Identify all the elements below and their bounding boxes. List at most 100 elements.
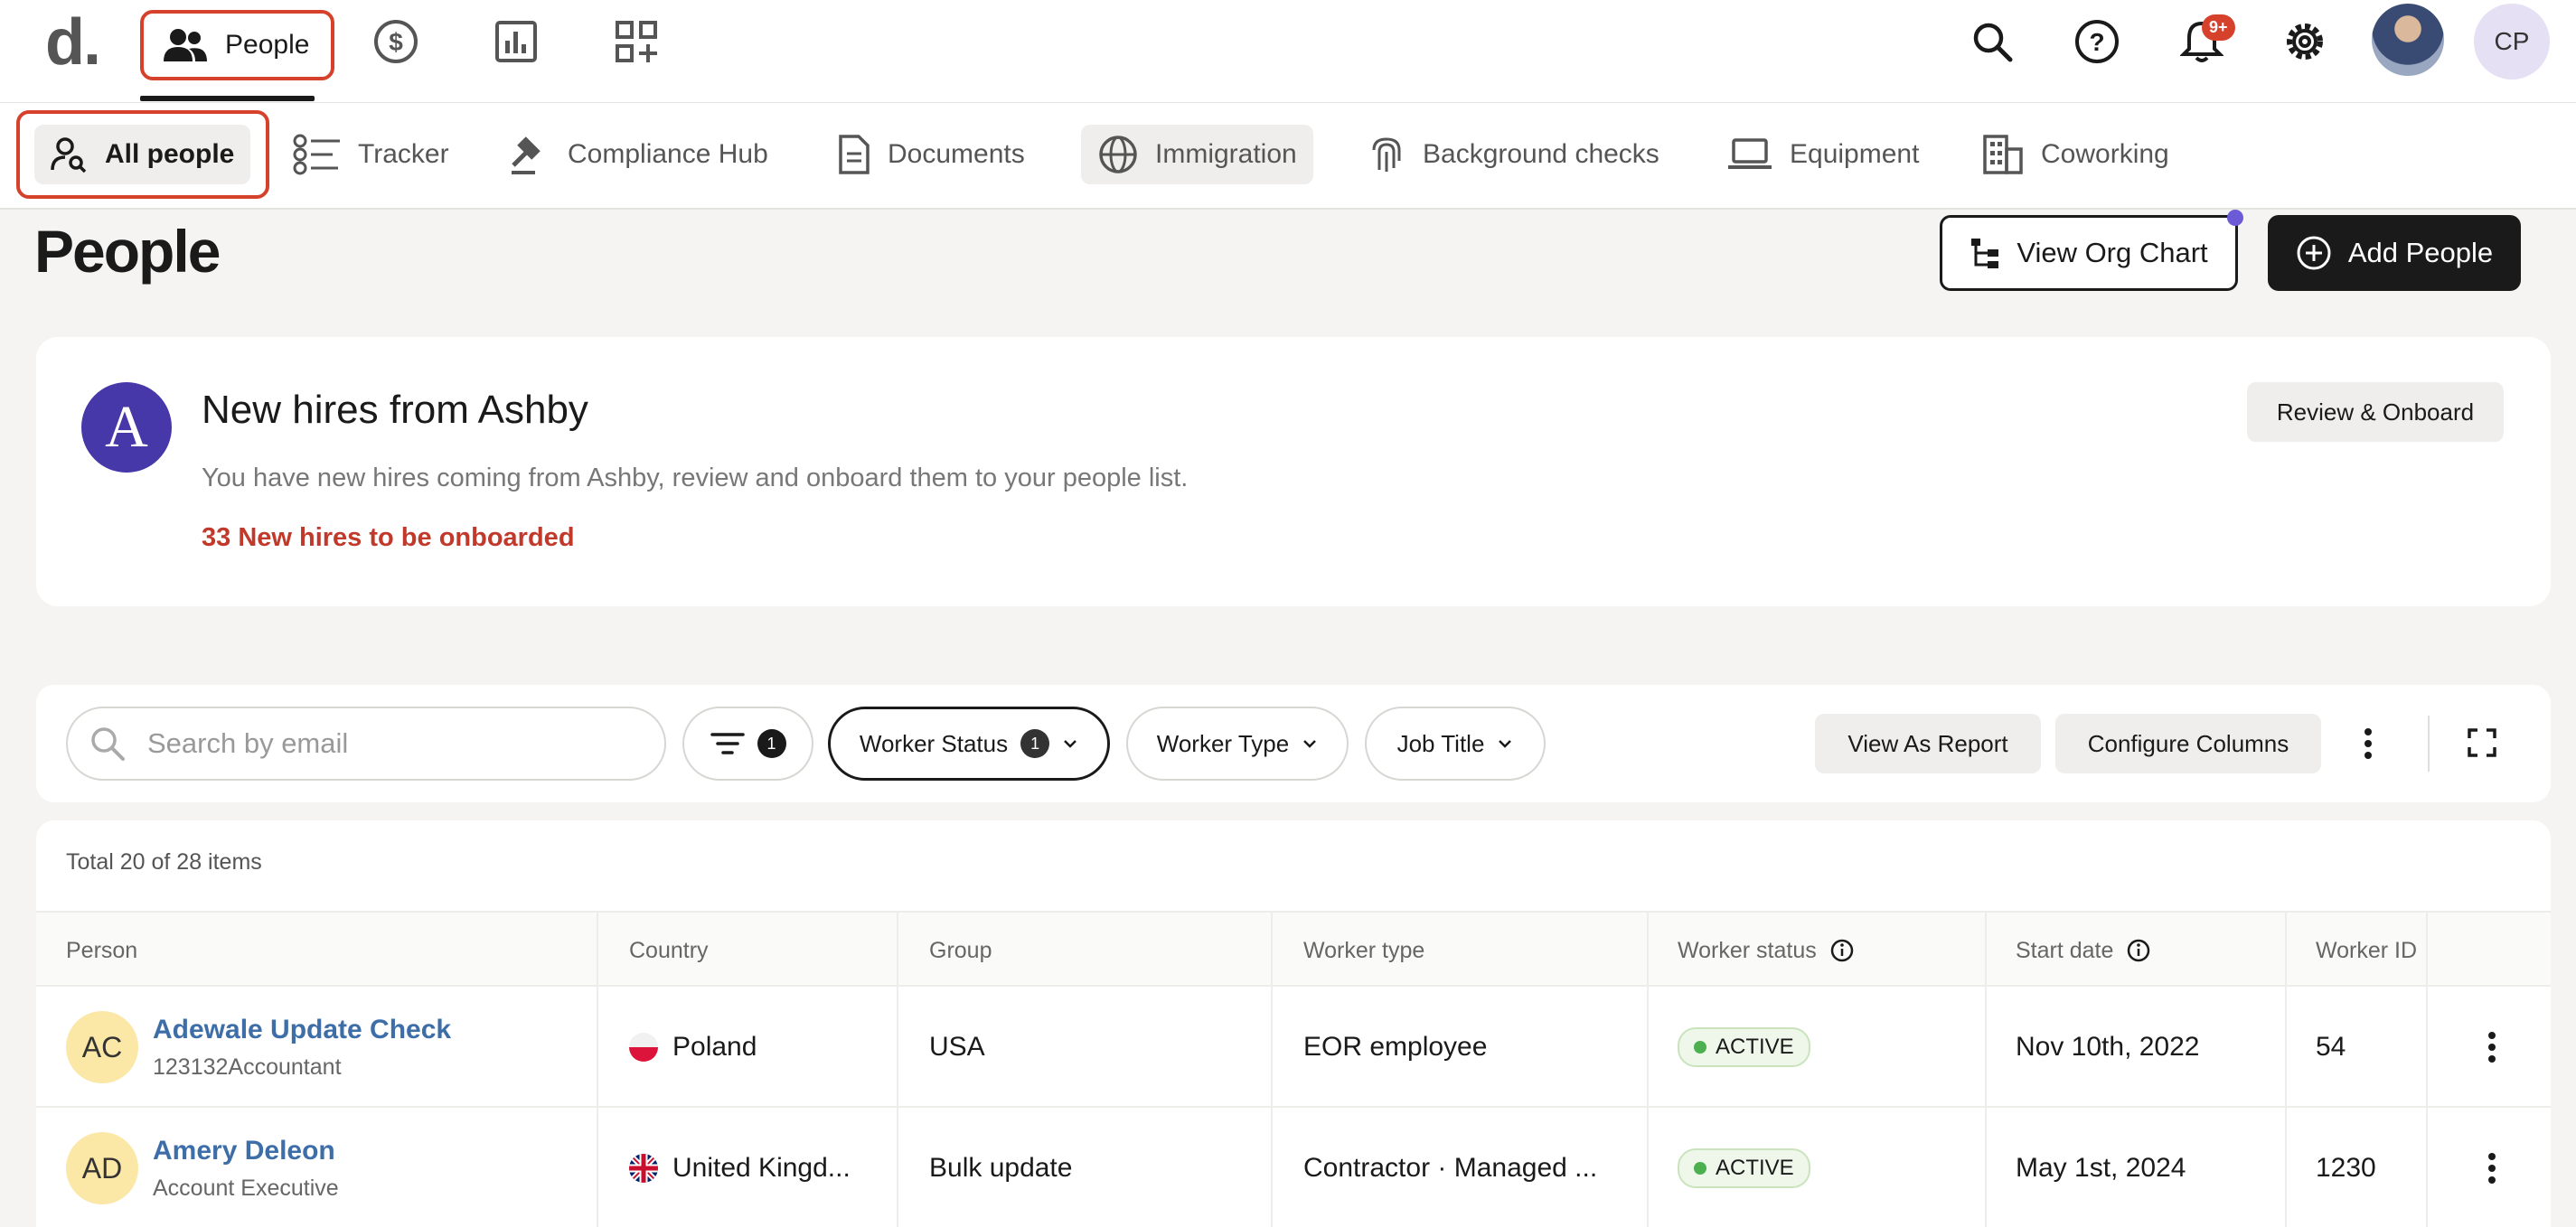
subnav-item-compliance-hub[interactable]: Compliance Hub — [492, 125, 785, 184]
worker-type-cell: EOR employee — [1303, 1032, 1488, 1062]
info-icon[interactable] — [1829, 938, 1855, 963]
chevron-down-icon — [1499, 740, 1512, 748]
filter-button[interactable]: 1 — [682, 707, 813, 781]
uk-flag-icon — [629, 1154, 658, 1183]
subnav-label: Compliance Hub — [568, 139, 768, 169]
user-initials-avatar[interactable]: CP — [2474, 4, 2550, 80]
country-name: Poland — [672, 1032, 757, 1062]
person-job-title: Account Executive — [153, 1175, 339, 1201]
search-button[interactable] — [1965, 14, 2019, 69]
search-input[interactable]: Search by email — [66, 707, 666, 781]
gavel-icon — [512, 136, 541, 174]
worker-id-cell: 54 — [2316, 1032, 2346, 1062]
tab-people[interactable]: People — [140, 10, 334, 80]
status-dot — [1694, 1041, 1706, 1054]
view-org-chart-button[interactable]: View Org Chart — [1940, 215, 2238, 291]
apps-add-icon — [616, 21, 657, 62]
tab-payments[interactable]: $ — [371, 16, 421, 67]
sub-navigation-bar: All people Tracker Compliance Hub Docume… — [0, 103, 2576, 210]
column-header-worker-status[interactable]: Worker status — [1678, 913, 1855, 988]
ashby-new-hires-card: A New hires from Ashby You have new hire… — [36, 337, 2551, 606]
table-row[interactable]: AD Amery Deleon Account Executive United… — [36, 1108, 2551, 1227]
kebab-menu-icon — [2488, 1032, 2496, 1063]
column-header-worker-type[interactable]: Worker type — [1303, 913, 1424, 988]
app-logo[interactable]: d. — [45, 5, 101, 80]
fingerprint-icon — [1372, 137, 1401, 172]
people-table: Total 20 of 28 items Person Country Grou… — [36, 820, 2551, 1227]
worker-status-count-badge: 1 — [1020, 729, 1050, 758]
add-people-button[interactable]: Add People — [2268, 215, 2521, 291]
tab-people-label: People — [225, 30, 310, 60]
subnav-item-tracker[interactable]: Tracker — [277, 125, 465, 184]
poland-flag-icon — [629, 1033, 658, 1062]
expand-icon — [2468, 728, 2496, 757]
info-icon[interactable] — [2126, 938, 2151, 963]
org-chart-icon — [1971, 239, 1999, 268]
country-name: United Kingd... — [672, 1153, 851, 1183]
svg-text:?: ? — [2089, 28, 2104, 56]
gear-icon — [2287, 23, 2323, 60]
column-header-person[interactable]: Person — [66, 913, 137, 988]
worker-type-cell: Contractor · Managed ... — [1303, 1153, 1598, 1183]
subnav-item-background-checks[interactable]: Background checks — [1350, 125, 1676, 184]
toolbar-divider — [2428, 716, 2430, 772]
top-navigation-bar: d. People $ ? 9+ CP — [0, 0, 2576, 103]
subnav-label: Documents — [888, 139, 1025, 169]
settings-button[interactable] — [2278, 14, 2332, 69]
review-onboard-button[interactable]: Review & Onboard — [2247, 382, 2504, 442]
person-job-title: 123132Accountant — [153, 1054, 342, 1080]
person-name-link[interactable]: Adewale Update Check — [153, 1015, 451, 1045]
checklist-icon — [293, 134, 340, 175]
chevron-down-icon — [1303, 740, 1317, 748]
country-cell: United Kingd... — [629, 1108, 851, 1227]
worker-status-filter-label: Worker Status — [859, 729, 1009, 757]
user-avatar-photo[interactable] — [2372, 4, 2444, 76]
column-header-group[interactable]: Group — [929, 913, 992, 988]
subnav-item-coworking[interactable]: Coworking — [1965, 125, 2186, 184]
filter-bar: Search by email 1 Worker Status 1 Worker… — [36, 685, 2551, 802]
worker-status-filter[interactable]: Worker Status 1 — [828, 707, 1110, 781]
filter-count-badge: 1 — [757, 729, 786, 758]
subnav-label: Background checks — [1423, 139, 1659, 169]
help-button[interactable]: ? — [2070, 14, 2124, 69]
notifications-badge: 9+ — [2202, 14, 2235, 41]
column-header-start-date[interactable]: Start date — [2016, 913, 2151, 988]
plus-circle-icon — [2297, 236, 2331, 270]
table-header: Person Country Group Worker type Worker … — [36, 911, 2551, 987]
subnav-item-immigration[interactable]: Immigration — [1081, 125, 1313, 184]
laptop-icon — [1728, 138, 1772, 169]
worker-status-cell: ACTIVE — [1678, 1108, 1810, 1227]
row-actions-button[interactable] — [2487, 987, 2496, 1108]
column-header-worker-id[interactable]: Worker ID — [2316, 913, 2417, 988]
worker-type-filter-label: Worker Type — [1156, 729, 1290, 757]
view-org-chart-label: View Org Chart — [2017, 237, 2208, 268]
job-title-filter[interactable]: Job Title — [1365, 707, 1546, 781]
fullscreen-button[interactable] — [2464, 725, 2500, 761]
dollar-icon: $ — [374, 20, 418, 63]
row-actions-button[interactable] — [2487, 1108, 2496, 1227]
total-items-text: Total 20 of 28 items — [66, 849, 262, 875]
help-icon: ? — [2075, 20, 2119, 63]
chevron-down-icon — [1064, 740, 1077, 748]
more-options-button[interactable] — [2350, 721, 2386, 766]
active-tab-indicator — [140, 96, 315, 101]
subnav-item-equipment[interactable]: Equipment — [1710, 125, 1935, 184]
search-placeholder: Search by email — [147, 727, 349, 759]
tab-apps[interactable] — [611, 16, 662, 67]
new-feature-dot — [2227, 210, 2243, 226]
start-date-header-label: Start date — [2016, 937, 2114, 963]
person-cell: AC Adewale Update Check 123132Accountant — [66, 987, 451, 1108]
configure-columns-button[interactable]: Configure Columns — [2055, 714, 2321, 773]
filter-icon — [710, 733, 745, 754]
table-row[interactable]: AC Adewale Update Check 123132Accountant… — [36, 987, 2551, 1108]
view-as-report-button[interactable]: View As Report — [1815, 714, 2041, 773]
notifications-button[interactable]: 9+ — [2175, 14, 2235, 69]
job-title-filter-label: Job Title — [1396, 729, 1485, 757]
person-name-link[interactable]: Amery Deleon — [153, 1136, 339, 1166]
column-header-country[interactable]: Country — [629, 913, 709, 988]
worker-type-filter[interactable]: Worker Type — [1126, 707, 1349, 781]
subnav-item-documents[interactable]: Documents — [821, 125, 1041, 184]
people-icon — [164, 29, 207, 61]
tab-reports[interactable] — [491, 16, 541, 67]
new-hires-count-link[interactable]: 33 New hires to be onboarded — [202, 523, 575, 553]
